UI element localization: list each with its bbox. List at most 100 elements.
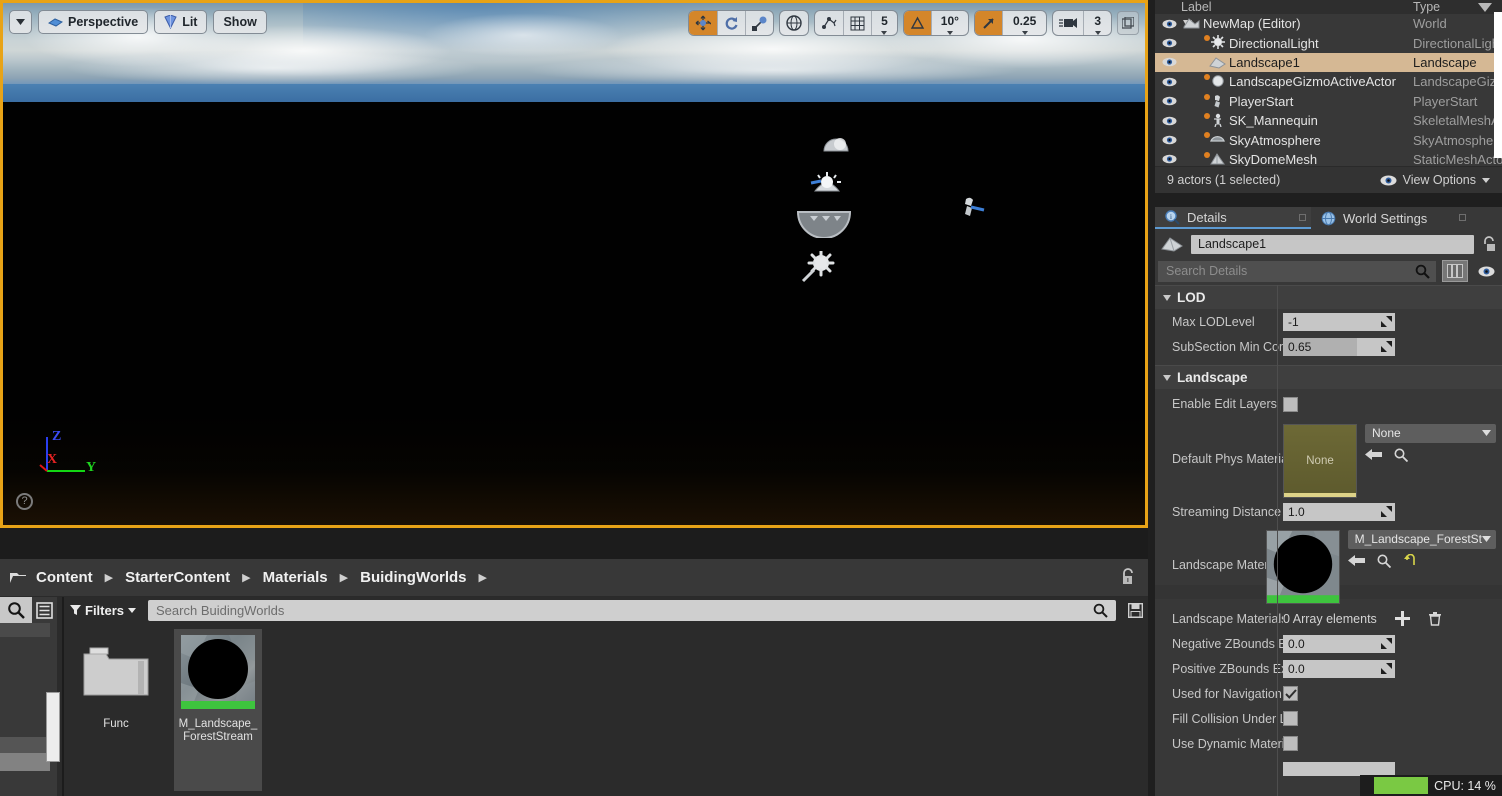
unlock-icon[interactable]: [1120, 568, 1136, 586]
filters-button[interactable]: Filters: [64, 603, 142, 618]
breadcrumb-separator[interactable]: ▶: [475, 571, 491, 584]
sources-row[interactable]: [0, 737, 50, 753]
spinner-icon[interactable]: [1381, 637, 1392, 649]
visibility-eye-icon[interactable]: [1155, 77, 1183, 87]
visibility-eye-icon[interactable]: [1155, 19, 1183, 29]
tab-close-icon[interactable]: [1459, 214, 1466, 221]
breadcrumb-item-materials[interactable]: Materials: [259, 569, 332, 586]
sources-row[interactable]: [0, 623, 50, 637]
magnifier-icon[interactable]: [1415, 264, 1430, 279]
visibility-eye-icon[interactable]: [1155, 135, 1183, 145]
subsection-min-component-input[interactable]: 0.65: [1283, 337, 1395, 356]
default-phys-material-thumbnail[interactable]: None: [1283, 423, 1357, 498]
streaming-distance-input[interactable]: 1.0: [1283, 502, 1395, 521]
actor-name-field[interactable]: Landscape1: [1191, 234, 1474, 254]
column-header-type[interactable]: Type: [1413, 0, 1440, 14]
outliner-row-sk-mannequin[interactable]: SK_Mannequin SkeletalMeshAc: [1155, 111, 1502, 130]
asset-tile-folder[interactable]: Func: [72, 629, 160, 791]
camera-speed-group[interactable]: 3: [1052, 10, 1112, 36]
sources-row[interactable]: [0, 637, 50, 737]
outliner-row-playerstart[interactable]: PlayerStart PlayerStart: [1155, 92, 1502, 111]
breadcrumb-item-startercontent[interactable]: StarterContent: [121, 569, 234, 586]
camera-speed-icon[interactable]: [1053, 11, 1083, 35]
sources-row-selected[interactable]: [0, 753, 50, 771]
use-dynamic-material-instance-checkbox[interactable]: [1283, 736, 1298, 751]
reset-arrow-icon[interactable]: [1403, 554, 1416, 567]
scale-snap-group[interactable]: 0.25: [973, 10, 1048, 36]
spinner-icon[interactable]: [1381, 505, 1392, 517]
breadcrumb-item-buidingworlds[interactable]: BuidingWorlds: [356, 569, 470, 586]
eye-icon[interactable]: [1474, 266, 1499, 277]
spinner-icon[interactable]: [1381, 315, 1392, 327]
property-list[interactable]: LOD Max LODLevel -1 SubSection Min Com 0…: [1155, 285, 1502, 796]
column-view-icon[interactable]: [1442, 260, 1468, 282]
player-start-icon[interactable]: [958, 195, 986, 221]
column-header-label[interactable]: Label: [1181, 0, 1212, 14]
outliner-rows[interactable]: NewMap (Editor) World DirectionalLight Dire…: [1155, 14, 1502, 169]
world-globe-icon[interactable]: [780, 11, 808, 35]
scale-arrow-icon[interactable]: [974, 11, 1002, 35]
visibility-eye-icon[interactable]: [1155, 57, 1183, 67]
outliner-row-directionallight[interactable]: DirectionalLight DirectionalLight: [1155, 33, 1502, 52]
level-viewport[interactable]: Z X Y ? Perspective Lit Show 5 10° 0.25 …: [0, 0, 1148, 528]
viewport-options-dropdown[interactable]: [9, 10, 32, 34]
list-view-icon[interactable]: [32, 597, 57, 623]
select-move-icon[interactable]: [689, 11, 718, 35]
sources-scrollbar[interactable]: [46, 627, 60, 790]
plus-icon[interactable]: [1394, 611, 1410, 626]
surface-snap-icon[interactable]: [815, 11, 843, 35]
search-details-input[interactable]: Search Details: [1158, 260, 1436, 282]
asset-grid[interactable]: Func M_Landscape_ ForestStream: [64, 624, 1148, 796]
perspective-button[interactable]: Perspective: [38, 10, 149, 34]
sky-atmosphere-icon[interactable]: [794, 206, 854, 238]
tab-close-icon[interactable]: [1299, 214, 1306, 221]
section-landscape[interactable]: Landscape: [1155, 365, 1502, 389]
used-for-navigation-checkbox[interactable]: [1283, 686, 1298, 701]
visibility-eye-icon[interactable]: [1155, 38, 1183, 48]
outliner-row-skyatmosphere[interactable]: SkyAtmosphere SkyAtmosphere: [1155, 130, 1502, 149]
unlock-icon[interactable]: [1482, 235, 1496, 253]
lit-button[interactable]: Lit: [154, 10, 208, 34]
landscape-material-dropdown[interactable]: M_Landscape_ForestSt: [1347, 529, 1496, 549]
landscape-gizmo-icon[interactable]: [801, 251, 837, 283]
scrollbar-thumb[interactable]: [46, 692, 60, 762]
skydome-icon[interactable]: [821, 131, 851, 155]
search-input[interactable]: Search BuidingWorlds: [148, 600, 1116, 621]
angle-icon[interactable]: [903, 11, 931, 35]
default-phys-material-dropdown[interactable]: None: [1365, 423, 1496, 443]
angle-snap-group[interactable]: 10°: [902, 10, 969, 36]
transform-mode-group[interactable]: [688, 10, 775, 36]
magnifier-icon[interactable]: [1394, 448, 1408, 462]
partial-input[interactable]: [1283, 761, 1395, 776]
breadcrumb-separator[interactable]: ▶: [238, 571, 254, 584]
breadcrumb-separator[interactable]: ▶: [101, 571, 117, 584]
trash-icon[interactable]: [1428, 611, 1442, 626]
directional-light-icon[interactable]: [809, 171, 845, 197]
visibility-eye-icon[interactable]: [1155, 116, 1183, 126]
show-button[interactable]: Show: [213, 10, 267, 34]
visibility-eye-icon[interactable]: [1155, 154, 1183, 164]
view-options-button[interactable]: View Options: [1380, 173, 1490, 187]
grid-snap-group[interactable]: 5: [814, 10, 898, 36]
question-mark-icon[interactable]: ?: [16, 493, 33, 510]
left-arrow-icon[interactable]: [1365, 448, 1382, 461]
asset-tile-material[interactable]: M_Landscape_ ForestStream: [174, 629, 262, 791]
outliner-row-landscape1[interactable]: Landscape1 Landscape: [1155, 52, 1502, 73]
visibility-eye-icon[interactable]: [1155, 96, 1183, 106]
grid-snap-value[interactable]: 5: [871, 11, 897, 35]
fill-collision-under-landscape-checkbox[interactable]: [1283, 711, 1298, 726]
angle-snap-value[interactable]: 10°: [930, 11, 968, 35]
outliner-row-landscapegizmoactiveactor[interactable]: LandscapeGizmoActiveActor LandscapeGizn: [1155, 72, 1502, 91]
section-lod[interactable]: LOD: [1155, 285, 1502, 309]
save-icon[interactable]: [1122, 599, 1148, 623]
max-lodlevel-input[interactable]: -1: [1283, 312, 1395, 331]
spinner-icon[interactable]: [1381, 340, 1392, 352]
enable-edit-layers-checkbox[interactable]: [1283, 396, 1298, 412]
grid-icon[interactable]: [843, 11, 871, 35]
coordinate-system-button[interactable]: [779, 10, 810, 36]
spinner-icon[interactable]: [1381, 662, 1392, 674]
magnifier-icon[interactable]: [1377, 554, 1391, 568]
negative-zbounds-input[interactable]: 0.0: [1283, 634, 1395, 653]
tab-world-settings[interactable]: World Settings: [1311, 207, 1471, 229]
magnifier-icon[interactable]: [1093, 603, 1108, 618]
